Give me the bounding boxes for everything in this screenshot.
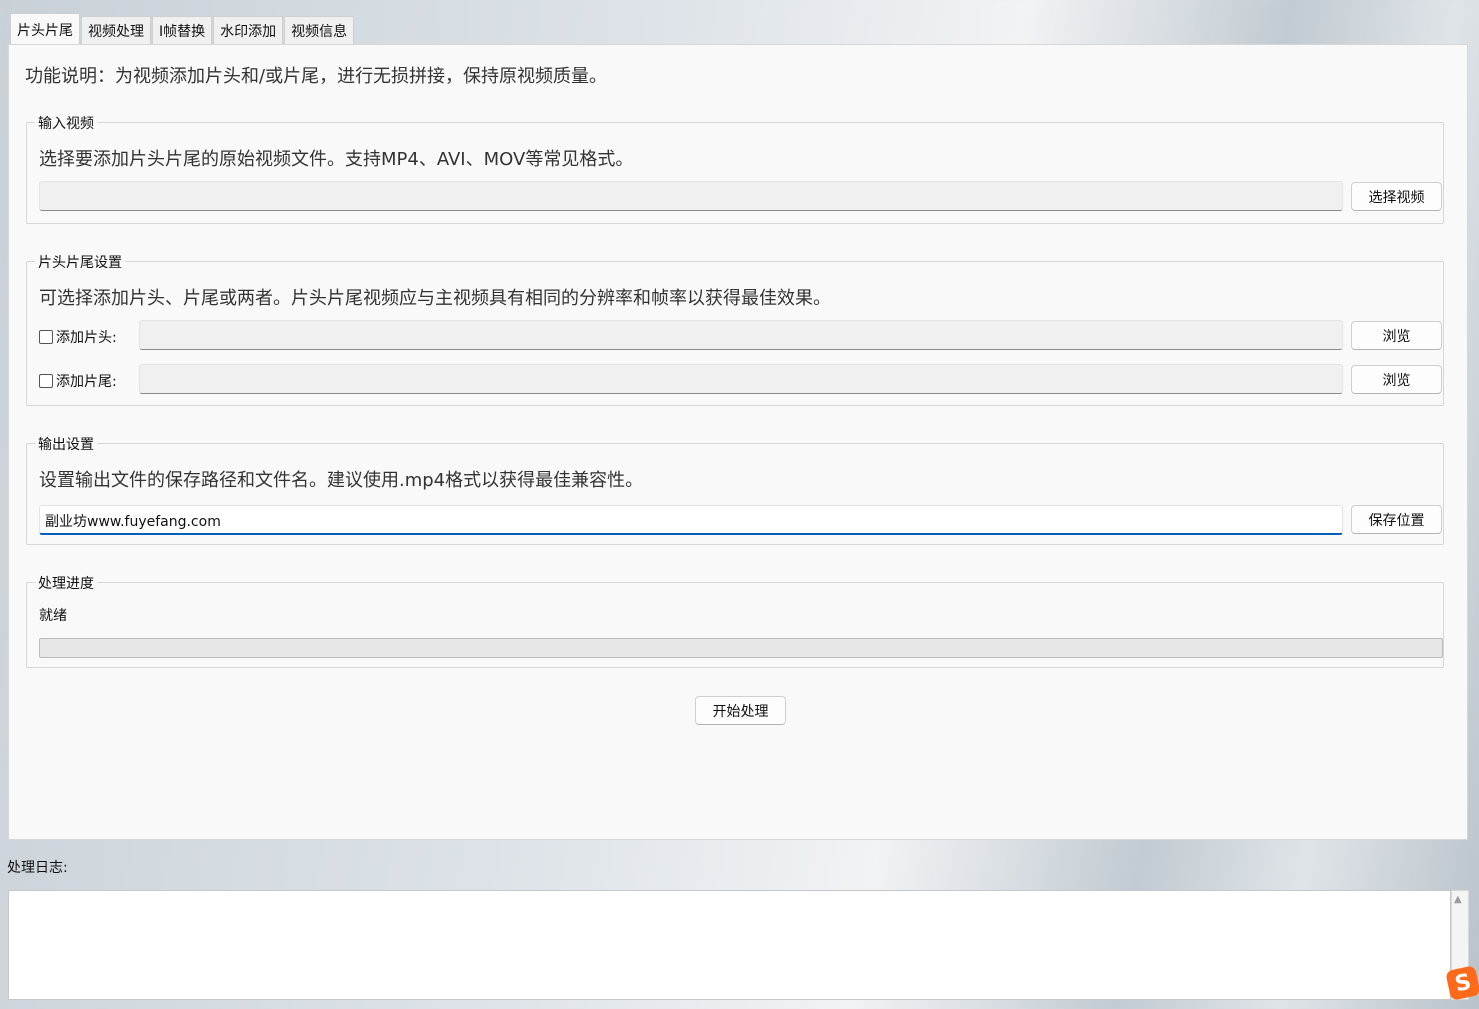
feature-description: 功能说明：为视频添加片头和/或片尾，进行无损拼接，保持原视频质量。 bbox=[25, 66, 608, 87]
input-video-description: 选择要添加片头片尾的原始视频文件。支持MP4、AVI、MOV等常见格式。 bbox=[39, 149, 634, 170]
progress-status: 就绪 bbox=[39, 608, 67, 624]
output-path-input[interactable]: 副业坊www.fuyefang.com bbox=[39, 505, 1343, 535]
intro-outro-description: 可选择添加片头、片尾或两者。片头片尾视频应与主视频具有相同的分辨率和帧率以获得最… bbox=[39, 288, 831, 309]
log-label: 处理日志: bbox=[7, 860, 68, 876]
input-video-path-field[interactable] bbox=[39, 181, 1343, 211]
progress-group-title: 处理进度 bbox=[35, 573, 97, 593]
progress-group: 处理进度 就绪 bbox=[26, 573, 1444, 668]
tab-video-info[interactable]: 视频信息 bbox=[284, 16, 355, 44]
add-outro-checkbox[interactable]: 添加片尾: bbox=[39, 371, 117, 391]
output-settings-group: 输出设置 设置输出文件的保存路径和文件名。建议使用.mp4格式以获得最佳兼容性。… bbox=[26, 434, 1444, 545]
input-video-group-title: 输入视频 bbox=[35, 113, 97, 133]
output-description: 设置输出文件的保存路径和文件名。建议使用.mp4格式以获得最佳兼容性。 bbox=[39, 470, 644, 491]
scroll-up-icon[interactable]: ▲ bbox=[1454, 894, 1462, 905]
intro-outro-group-title: 片头片尾设置 bbox=[35, 252, 125, 272]
start-processing-button[interactable]: 开始处理 bbox=[695, 696, 786, 725]
browse-intro-button[interactable]: 浏览 bbox=[1351, 321, 1442, 350]
output-path-value: 副业坊www.fuyefang.com bbox=[45, 514, 221, 530]
tab-iframe-replace[interactable]: I帧替换 bbox=[152, 16, 213, 44]
add-intro-checkbox[interactable]: 添加片头: bbox=[39, 327, 117, 347]
tab-video-processing[interactable]: 视频处理 bbox=[81, 16, 151, 44]
input-video-group: 输入视频 选择要添加片头片尾的原始视频文件。支持MP4、AVI、MOV等常见格式… bbox=[26, 113, 1444, 224]
add-outro-checkbox-box[interactable] bbox=[39, 374, 53, 388]
save-location-button[interactable]: 保存位置 bbox=[1351, 505, 1442, 534]
outro-path-field[interactable] bbox=[139, 364, 1343, 394]
tab-intro-outro[interactable]: 片头片尾 bbox=[10, 13, 80, 45]
output-group-title: 输出设置 bbox=[35, 434, 97, 454]
intro-outro-settings-group: 片头片尾设置 可选择添加片头、片尾或两者。片头片尾视频应与主视频具有相同的分辨率… bbox=[26, 252, 1444, 406]
intro-path-field[interactable] bbox=[139, 320, 1343, 350]
tab-watermark[interactable]: 水印添加 bbox=[213, 16, 284, 44]
browse-outro-button[interactable]: 浏览 bbox=[1351, 365, 1442, 394]
tab-panel: 功能说明：为视频添加片头和/或片尾，进行无损拼接，保持原视频质量。 输入视频 选… bbox=[8, 44, 1468, 840]
add-intro-checkbox-box[interactable] bbox=[39, 330, 53, 344]
log-textarea[interactable] bbox=[8, 890, 1451, 1000]
tab-bar: 片头片尾 视频处理 I帧替换 水印添加 视频信息 bbox=[10, 13, 355, 45]
progress-bar bbox=[39, 638, 1443, 658]
add-intro-label: 添加片头: bbox=[56, 330, 117, 346]
ime-tray-icon[interactable]: S bbox=[1445, 965, 1479, 1001]
select-video-button[interactable]: 选择视频 bbox=[1351, 182, 1442, 211]
add-outro-label: 添加片尾: bbox=[56, 374, 117, 390]
